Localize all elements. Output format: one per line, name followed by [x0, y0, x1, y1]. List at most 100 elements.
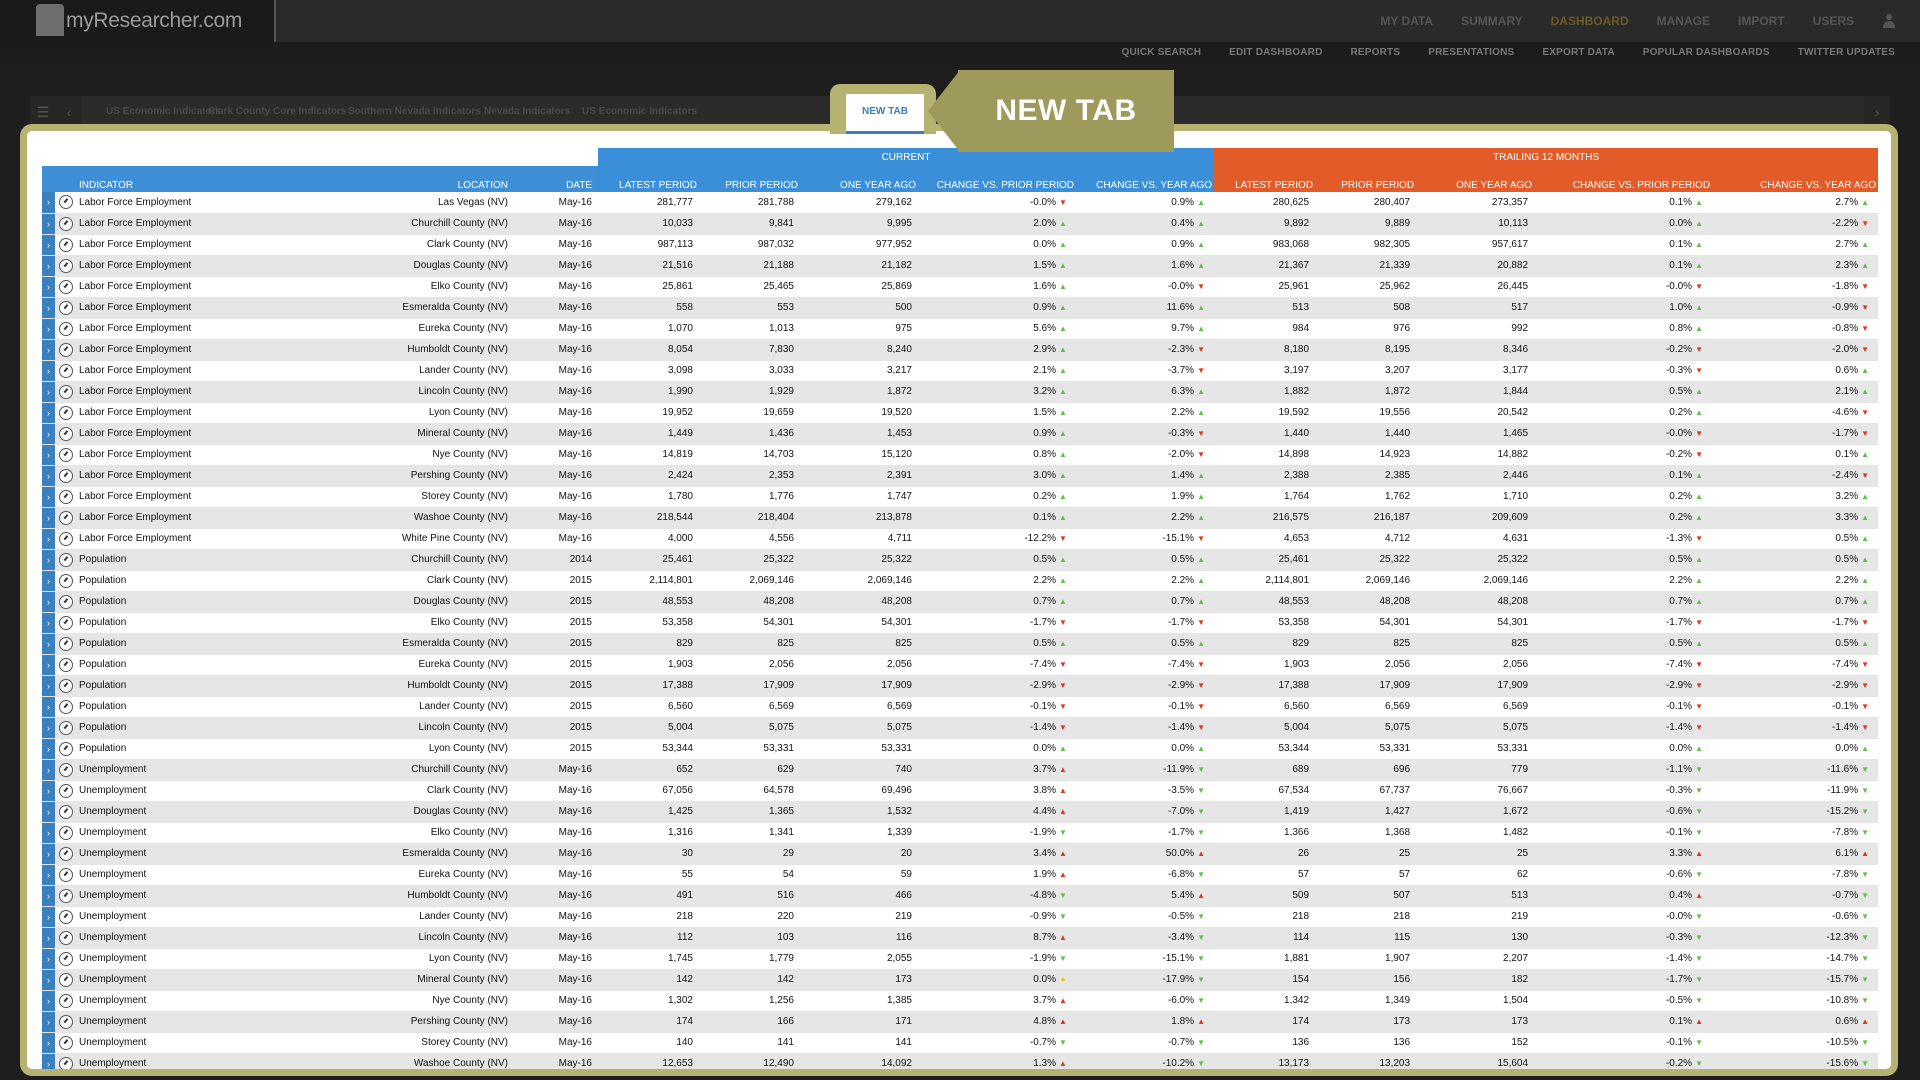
user-icon[interactable] — [1882, 14, 1896, 28]
expand-row-icon[interactable]: › — [42, 192, 55, 214]
expand-row-icon[interactable]: › — [42, 801, 55, 823]
gauge-icon[interactable] — [59, 426, 73, 441]
gauge-icon-cell[interactable] — [55, 1053, 77, 1069]
expand-row-icon[interactable]: › — [42, 402, 55, 424]
gauge-icon[interactable] — [59, 216, 73, 231]
col-indicator-header[interactable]: INDICATOR — [77, 166, 253, 192]
gauge-icon-cell[interactable] — [55, 570, 77, 592]
expand-row-icon[interactable]: › — [42, 507, 55, 529]
gauge-icon-cell[interactable] — [55, 591, 77, 613]
gauge-icon[interactable] — [59, 741, 73, 756]
subnav-item-export-data[interactable]: EXPORT DATA — [1542, 47, 1614, 58]
expand-row-icon[interactable]: › — [42, 717, 55, 739]
gauge-icon-cell[interactable] — [55, 528, 77, 550]
table-row[interactable]: › Labor Force Employment Lincoln County (N… — [42, 381, 1879, 403]
gauge-icon-cell[interactable] — [55, 213, 77, 235]
gauge-icon[interactable] — [59, 468, 73, 483]
gauge-icon-cell[interactable] — [55, 423, 77, 445]
col-date-header[interactable]: DATE — [514, 166, 598, 192]
table-row[interactable]: › Population Humboldt County (NV) 2015 17,38… — [42, 675, 1879, 697]
gauge-icon-cell[interactable] — [55, 969, 77, 991]
table-row[interactable]: › Unemployment Nye County (NV) May-16 1,302 1… — [42, 990, 1879, 1012]
gauge-icon[interactable] — [59, 825, 73, 840]
gauge-icon[interactable] — [59, 573, 73, 588]
table-row[interactable]: › Unemployment Washoe County (NV) May-16 12,… — [42, 1053, 1879, 1069]
gauge-icon-cell[interactable] — [55, 948, 77, 970]
expand-row-icon[interactable]: › — [42, 381, 55, 403]
table-row[interactable]: › Unemployment Lyon County (NV) May-16 1,745… — [42, 948, 1879, 970]
gauge-icon-cell[interactable] — [55, 255, 77, 277]
col-chg-year-header[interactable]: CHANGE VS. YEAR AGO — [1076, 166, 1215, 192]
gauge-icon-cell[interactable] — [55, 465, 77, 487]
col-location-header[interactable]: LOCATION — [253, 166, 514, 192]
table-row[interactable]: › Labor Force Employment Washoe County (NV… — [42, 507, 1879, 529]
expand-row-icon[interactable]: › — [42, 822, 55, 844]
expand-row-icon[interactable]: › — [42, 780, 55, 802]
table-row[interactable]: › Population Lander County (NV) 2015 6,560 6,… — [42, 696, 1879, 718]
table-row[interactable]: › Unemployment Lander County (NV) May-16 218… — [42, 906, 1879, 928]
gauge-icon[interactable] — [59, 237, 73, 252]
gauge-icon-cell[interactable] — [55, 780, 77, 802]
gauge-icon[interactable] — [59, 552, 73, 567]
expand-row-icon[interactable]: › — [42, 1032, 55, 1054]
gauge-icon[interactable] — [59, 447, 73, 462]
expand-row-icon[interactable]: › — [42, 612, 55, 634]
table-row[interactable]: › Labor Force Employment Esmeralda County … — [42, 297, 1879, 319]
gauge-icon[interactable] — [59, 846, 73, 861]
table-row[interactable]: › Unemployment Churchill County (NV) May-16… — [42, 759, 1879, 781]
expand-row-icon[interactable]: › — [42, 633, 55, 655]
gauge-icon-cell[interactable] — [55, 675, 77, 697]
expand-row-icon[interactable]: › — [42, 969, 55, 991]
expand-row-icon[interactable]: › — [42, 339, 55, 361]
gauge-icon[interactable] — [59, 657, 73, 672]
gauge-icon-cell[interactable] — [55, 1011, 77, 1033]
gauge-icon-cell[interactable] — [55, 633, 77, 655]
expand-row-icon[interactable]: › — [42, 213, 55, 235]
gauge-icon-cell[interactable] — [55, 843, 77, 865]
subnav-item-popular-dashboards[interactable]: POPULAR DASHBOARDS — [1643, 47, 1770, 58]
gauge-icon-cell[interactable] — [55, 444, 77, 466]
nav-item-users[interactable]: USERS — [1813, 14, 1854, 28]
table-row[interactable]: › Unemployment Elko County (NV) May-16 1,316… — [42, 822, 1879, 844]
expand-row-icon[interactable]: › — [42, 885, 55, 907]
subnav-item-twitter-updates[interactable]: TWITTER UPDATES — [1798, 47, 1895, 58]
expand-row-icon[interactable]: › — [42, 906, 55, 928]
table-row[interactable]: › Labor Force Employment Eureka County (NV… — [42, 318, 1879, 340]
gauge-icon[interactable] — [59, 909, 73, 924]
expand-row-icon[interactable]: › — [42, 486, 55, 508]
subnav-item-quick-search[interactable]: QUICK SEARCH — [1122, 47, 1202, 58]
table-row[interactable]: › Population Lincoln County (NV) 2015 5,004 5… — [42, 717, 1879, 739]
subnav-item-edit-dashboard[interactable]: EDIT DASHBOARD — [1229, 47, 1322, 58]
subnav-item-presentations[interactable]: PRESENTATIONS — [1428, 47, 1514, 58]
gauge-icon[interactable] — [59, 405, 73, 420]
col-prior-header[interactable]: PRIOR PERIOD — [699, 166, 800, 192]
expand-row-icon[interactable]: › — [42, 990, 55, 1012]
gauge-icon[interactable] — [59, 867, 73, 882]
gauge-icon[interactable] — [59, 363, 73, 378]
gauge-icon[interactable] — [59, 636, 73, 651]
nav-item-my-data[interactable]: MY DATA — [1380, 14, 1433, 28]
gauge-icon[interactable] — [59, 720, 73, 735]
gauge-icon-cell[interactable] — [55, 696, 77, 718]
expand-row-icon[interactable]: › — [42, 276, 55, 298]
gauge-icon[interactable] — [59, 888, 73, 903]
gauge-icon-cell[interactable] — [55, 381, 77, 403]
expand-row-icon[interactable]: › — [42, 591, 55, 613]
table-row[interactable]: › Unemployment Esmeralda County (NV) May-16… — [42, 843, 1879, 865]
gauge-icon-cell[interactable] — [55, 612, 77, 634]
gauge-icon[interactable] — [59, 1056, 73, 1069]
gauge-icon-cell[interactable] — [55, 864, 77, 886]
expand-row-icon[interactable]: › — [42, 444, 55, 466]
table-row[interactable]: › Population Elko County (NV) 2015 53,358 54,… — [42, 612, 1879, 634]
col-latest-header[interactable]: LATEST PERIOD — [598, 166, 699, 192]
expand-row-icon[interactable]: › — [42, 696, 55, 718]
gauge-icon-cell[interactable] — [55, 276, 77, 298]
table-row[interactable]: › Unemployment Clark County (NV) May-16 67,0… — [42, 780, 1879, 802]
gauge-icon[interactable] — [59, 783, 73, 798]
expand-row-icon[interactable]: › — [42, 654, 55, 676]
expand-row-icon[interactable]: › — [42, 675, 55, 697]
gauge-icon-cell[interactable] — [55, 759, 77, 781]
col-t12-yearago-header[interactable]: ONE YEAR AGO — [1416, 166, 1535, 192]
table-row[interactable]: › Population Eureka County (NV) 2015 1,903 2,… — [42, 654, 1879, 676]
gauge-icon[interactable] — [59, 972, 73, 987]
